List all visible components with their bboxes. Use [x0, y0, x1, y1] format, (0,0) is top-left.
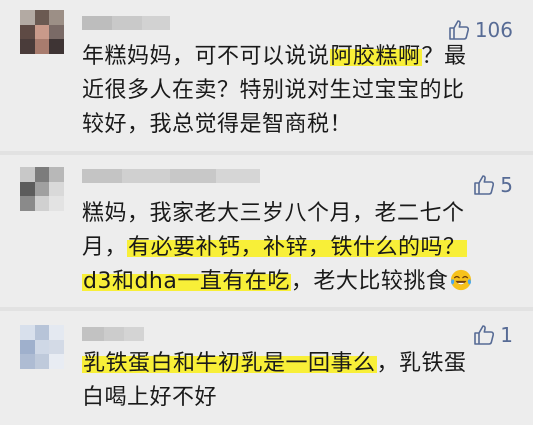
- text-segment: 较好，我总觉得是智商税！: [82, 112, 353, 137]
- highlighted-text: 乳铁蛋白和牛初乳是一回事么: [82, 351, 377, 376]
- username-blurred[interactable]: [82, 327, 144, 341]
- like-button[interactable]: 106: [447, 18, 513, 42]
- username-blurred[interactable]: [82, 169, 260, 183]
- thumbs-up-icon: [474, 325, 495, 345]
- highlighted-text: 阿胶糕啊: [329, 44, 422, 69]
- comment-text: 糕妈，我家老大三岁八个月，老二七个 月，有必要补钙，补锌，铁什么的吗？ d3和d…: [82, 197, 512, 299]
- thumbs-up-icon: [474, 175, 495, 195]
- comment-item-3: 1 乳铁蛋白和牛初乳是一回事么，乳铁蛋 白喝上好不好: [0, 311, 533, 425]
- text-segment: 月，: [82, 235, 128, 260]
- text-segment: ，老大比较挑食: [290, 269, 449, 294]
- crying-laughing-face-icon: [451, 269, 472, 291]
- text-segment: 年糕妈妈，可不可以说说: [82, 44, 330, 69]
- comment-text: 乳铁蛋白和牛初乳是一回事么，乳铁蛋 白喝上好不好: [82, 347, 512, 415]
- text-segment: 糕妈，我家老大三岁八个月，老二七个: [82, 201, 465, 226]
- text-segment: 近很多人在卖？特别说对生过宝宝的比: [82, 78, 465, 103]
- username-blurred[interactable]: [82, 16, 170, 30]
- comment-text: 年糕妈妈，可不可以说说阿胶糕啊？最 近很多人在卖？特别说对生过宝宝的比 较好，我…: [82, 40, 512, 142]
- text-segment: ，乳铁蛋: [376, 351, 467, 376]
- highlighted-text: 有必要补钙，补锌，铁什么的吗？: [127, 235, 467, 260]
- avatar[interactable]: [20, 167, 64, 211]
- text-segment: ？最: [421, 44, 467, 69]
- like-count: 5: [500, 173, 513, 197]
- comment-item-2: 5 糕妈，我家老大三岁八个月，老二七个 月，有必要补钙，补锌，铁什么的吗？ d3…: [0, 155, 533, 307]
- like-count: 1: [500, 323, 513, 347]
- thumbs-up-icon: [449, 20, 469, 40]
- like-button[interactable]: 5: [472, 173, 513, 197]
- avatar[interactable]: [20, 325, 64, 369]
- avatar[interactable]: [20, 10, 64, 54]
- like-count: 106: [474, 18, 513, 42]
- like-button[interactable]: 1: [472, 323, 513, 347]
- comment-item-1: 106 年糕妈妈，可不可以说说阿胶糕啊？最 近很多人在卖？特别说对生过宝宝的比 …: [0, 0, 533, 151]
- highlighted-text: d3和dha一直有在吃: [82, 269, 291, 294]
- text-segment: 白喝上好不好: [82, 385, 218, 410]
